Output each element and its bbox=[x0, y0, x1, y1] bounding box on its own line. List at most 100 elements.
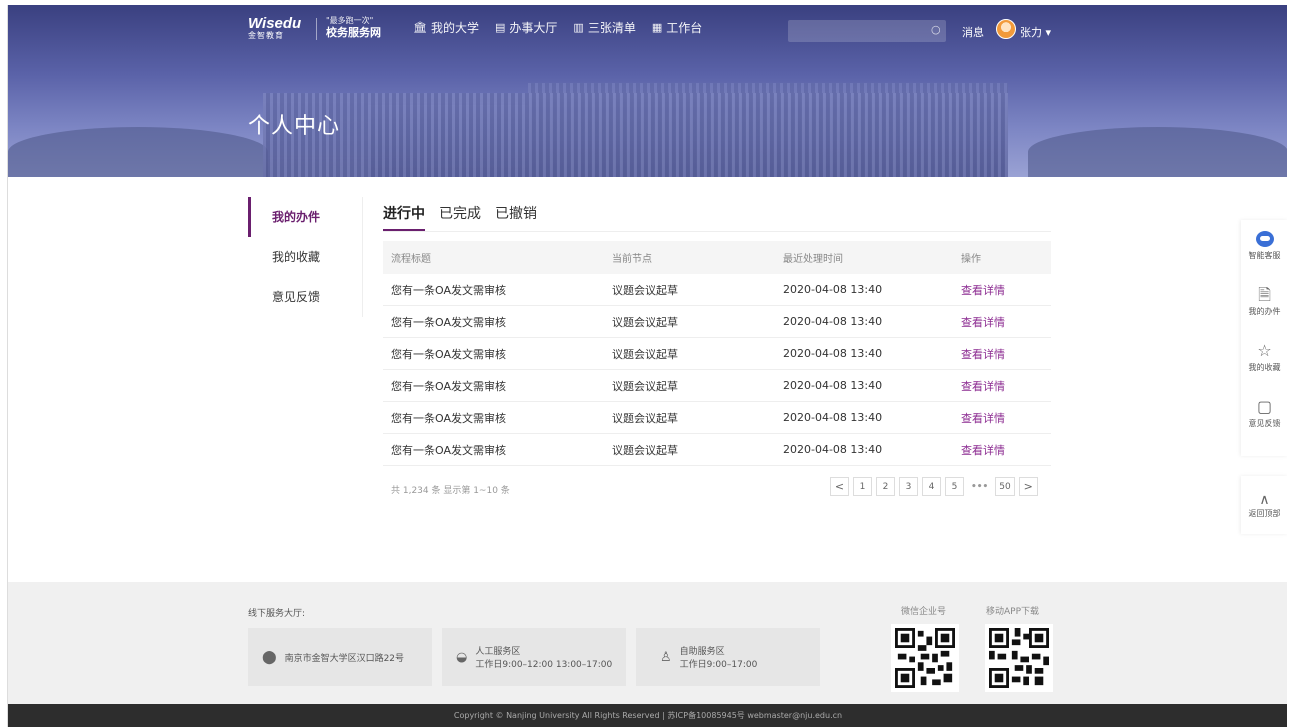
cell-title: 您有一条OA发文需审核 bbox=[391, 347, 506, 361]
logo-word: Wisedu bbox=[248, 15, 302, 32]
view-details-link[interactable]: 查看详情 bbox=[961, 412, 1005, 425]
tree-silhouette bbox=[1028, 127, 1287, 177]
star-icon: ☆ bbox=[1257, 341, 1272, 360]
self-service-card: ♙ 自助服务区 工作日9:00–17:00 bbox=[636, 628, 820, 686]
page-button-2[interactable]: 2 bbox=[876, 477, 895, 496]
user-menu[interactable]: 张力 ▾ bbox=[1020, 24, 1051, 40]
person-icon: ◒ bbox=[456, 649, 468, 665]
address-text: 南京市金智大学区汉口路22号 bbox=[284, 653, 405, 664]
pagination: < 1 2 3 4 5 ••• 50 > bbox=[830, 477, 1038, 496]
workbench-icon: ▦ bbox=[651, 21, 663, 34]
view-details-link[interactable]: 查看详情 bbox=[961, 284, 1005, 297]
self-service-icon: ♙ bbox=[660, 649, 672, 665]
list-icon: ▥ bbox=[573, 21, 584, 34]
cell-time: 2020-04-08 13:40 bbox=[783, 379, 883, 392]
tab-cancelled[interactable]: 已撤销 bbox=[495, 203, 537, 231]
footer-title: 线下服务大厅: bbox=[248, 609, 306, 619]
self-hours: 工作日9:00–17:00 bbox=[679, 660, 758, 670]
floating-sidebar: 智能客服 🗎 我的办件 ☆ 我的收藏 ▢ 意见反馈 bbox=[1241, 220, 1287, 456]
page-button-5[interactable]: 5 bbox=[945, 477, 964, 496]
nav-label: 三张清单 bbox=[587, 21, 636, 35]
location-pin-icon: ⬤ bbox=[262, 649, 277, 665]
table-header: 流程标题 当前节点 最近处理时间 操作 bbox=[383, 241, 1051, 274]
pagination-ellipsis: ••• bbox=[968, 477, 992, 496]
cell-time: 2020-04-08 13:40 bbox=[783, 411, 883, 424]
table-row: 您有一条OA发文需审核 议题会议起草 2020-04-08 13:40 查看详情 bbox=[383, 306, 1051, 338]
logo-divider bbox=[316, 18, 317, 40]
cell-time: 2020-04-08 13:40 bbox=[783, 315, 883, 328]
page-button-3[interactable]: 3 bbox=[899, 477, 918, 496]
app-qr-code bbox=[985, 624, 1053, 692]
qr-code-image bbox=[895, 628, 955, 688]
avatar[interactable] bbox=[996, 19, 1016, 39]
hero-banner: Wisedu 金智教育 "最多跑一次" 校务服务网 🏛 我的大学 ▤ 办事大厅 … bbox=[8, 5, 1287, 177]
float-label: 我的收藏 bbox=[1248, 363, 1281, 372]
float-label: 意见反馈 bbox=[1248, 419, 1281, 428]
manual-hours: 工作日9:00–12:00 13:00–17:00 bbox=[475, 660, 613, 670]
nav-service-hall[interactable]: ▤ 办事大厅 bbox=[495, 19, 557, 36]
back-to-top-button[interactable]: ∧ 返回顶部 bbox=[1241, 476, 1287, 534]
sidebar-item-feedback[interactable]: 意见反馈 bbox=[248, 277, 362, 317]
float-favorites[interactable]: ☆ 我的收藏 bbox=[1249, 340, 1281, 396]
nav-label: 工作台 bbox=[666, 21, 703, 35]
prev-page-button[interactable]: < bbox=[830, 477, 849, 496]
top-navigation: Wisedu 金智教育 "最多跑一次" 校务服务网 🏛 我的大学 ▤ 办事大厅 … bbox=[8, 5, 1287, 49]
cell-time: 2020-04-08 13:40 bbox=[783, 443, 883, 456]
column-header-action: 操作 bbox=[961, 254, 981, 265]
nav-workbench[interactable]: ▦ 工作台 bbox=[652, 19, 702, 36]
view-details-link[interactable]: 查看详情 bbox=[961, 380, 1005, 393]
page-button-1[interactable]: 1 bbox=[853, 477, 872, 496]
bank-icon: 🏛 bbox=[413, 21, 427, 34]
sidebar-menu: 我的办件 我的收藏 意见反馈 bbox=[248, 197, 363, 317]
site-slogan: "最多跑一次" 校务服务网 bbox=[326, 16, 381, 40]
messages-link[interactable]: 消息 bbox=[962, 24, 984, 40]
float-my-items[interactable]: 🗎 我的办件 bbox=[1249, 284, 1281, 340]
cell-title: 您有一条OA发文需审核 bbox=[391, 379, 506, 393]
wechat-qr-code bbox=[891, 624, 959, 692]
sidebar-item-favorites[interactable]: 我的收藏 bbox=[248, 237, 362, 277]
table-row: 您有一条OA发文需审核 议题会议起草 2020-04-08 13:40 查看详情 bbox=[383, 434, 1051, 466]
nav-my-university[interactable]: 🏛 我的大学 bbox=[413, 19, 479, 36]
manual-service-card: ◒ 人工服务区 工作日9:00–12:00 13:00–17:00 bbox=[442, 628, 626, 686]
cell-node: 议题会议起草 bbox=[612, 347, 678, 361]
column-header-node: 当前节点 bbox=[612, 254, 652, 265]
main-nav: 🏛 我的大学 ▤ 办事大厅 ▥ 三张清单 ▦ 工作台 bbox=[413, 19, 702, 36]
self-area-label: 自助服务区 bbox=[679, 647, 725, 657]
building-image bbox=[368, 105, 528, 177]
float-label: 我的办件 bbox=[1248, 307, 1281, 316]
search-icon[interactable]: ○ bbox=[931, 23, 941, 36]
view-details-link[interactable]: 查看详情 bbox=[961, 348, 1005, 361]
cell-title: 您有一条OA发文需审核 bbox=[391, 283, 506, 297]
browser-frame: Wisedu 金智教育 "最多跑一次" 校务服务网 🏛 我的大学 ▤ 办事大厅 … bbox=[7, 5, 1287, 727]
manual-area-label: 人工服务区 bbox=[475, 647, 521, 657]
search-input[interactable] bbox=[788, 20, 946, 42]
robot-icon bbox=[1255, 231, 1274, 247]
float-feedback[interactable]: ▢ 意见反馈 bbox=[1249, 396, 1281, 452]
sidebar-item-my-items[interactable]: 我的办件 bbox=[248, 197, 362, 237]
document-icon: 🗎 bbox=[1258, 285, 1271, 304]
cell-node: 议题会议起草 bbox=[612, 411, 678, 425]
items-table: 流程标题 当前节点 最近处理时间 操作 您有一条OA发文需审核 议题会议起草 2… bbox=[383, 241, 1051, 466]
user-name: 张力 bbox=[1020, 26, 1042, 39]
float-smart-service[interactable]: 智能客服 bbox=[1249, 228, 1281, 284]
cell-time: 2020-04-08 13:40 bbox=[783, 283, 883, 296]
address-card: ⬤ 南京市金智大学区汉口路22号 bbox=[248, 628, 432, 686]
nav-three-lists[interactable]: ▥ 三张清单 bbox=[573, 19, 635, 36]
tab-in-progress[interactable]: 进行中 bbox=[383, 203, 425, 231]
view-details-link[interactable]: 查看详情 bbox=[961, 316, 1005, 329]
cell-title: 您有一条OA发文需审核 bbox=[391, 315, 506, 329]
service-hall-icon: ▤ bbox=[494, 21, 506, 34]
page-button-4[interactable]: 4 bbox=[922, 477, 941, 496]
status-tabs: 进行中 已完成 已撤销 bbox=[383, 203, 537, 231]
column-header-title: 流程标题 bbox=[391, 254, 431, 265]
app-qr-label: 移动APP下载 bbox=[986, 607, 1040, 617]
wisedu-logo[interactable]: Wisedu 金智教育 bbox=[248, 16, 306, 42]
next-page-button[interactable]: > bbox=[1018, 477, 1038, 496]
caret-down-icon: ▾ bbox=[1045, 26, 1052, 39]
view-details-link[interactable]: 查看详情 bbox=[961, 444, 1005, 457]
tab-completed[interactable]: 已完成 bbox=[439, 203, 481, 231]
feedback-icon: ▢ bbox=[1256, 397, 1273, 416]
nav-label: 办事大厅 bbox=[509, 21, 558, 35]
table-row: 您有一条OA发文需审核 议题会议起草 2020-04-08 13:40 查看详情 bbox=[383, 370, 1051, 402]
page-button-last[interactable]: 50 bbox=[995, 477, 1015, 496]
